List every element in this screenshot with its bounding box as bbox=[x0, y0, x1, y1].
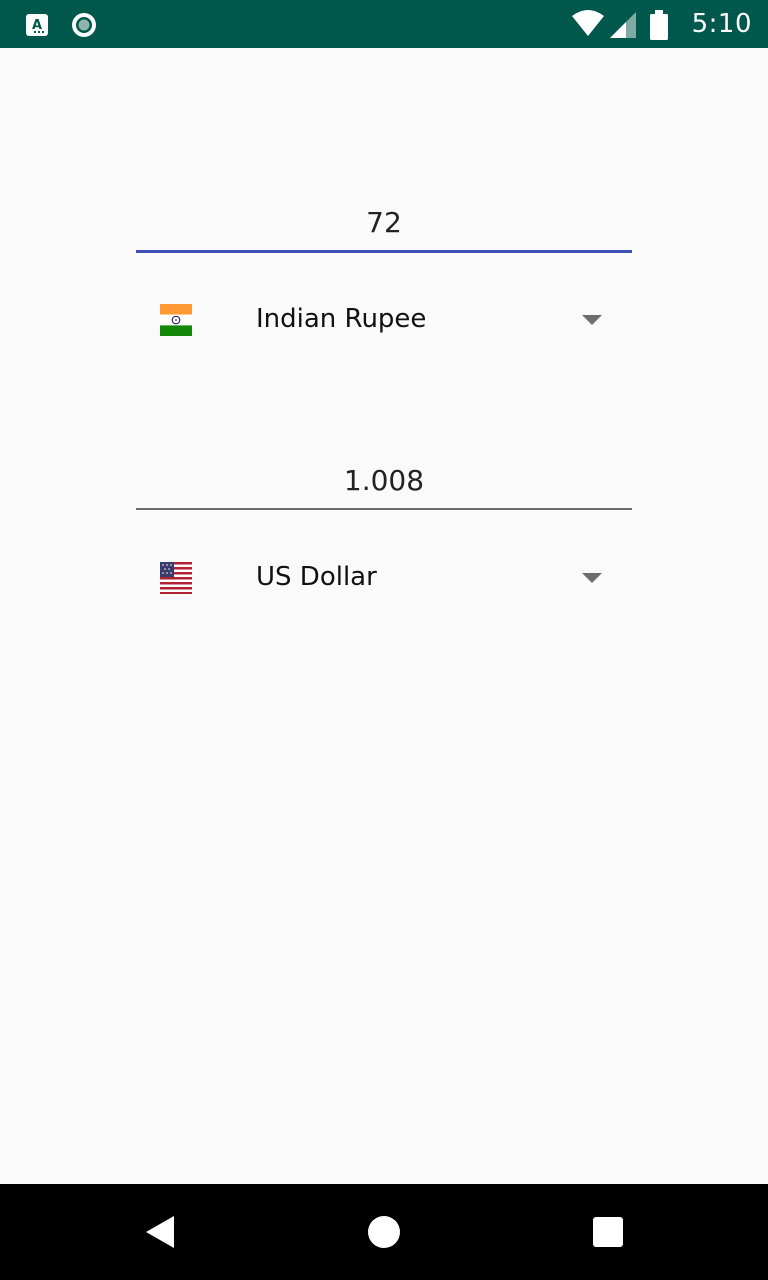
navigation-bar bbox=[0, 1184, 768, 1280]
from-amount-underline bbox=[136, 250, 632, 253]
screen: A 5:10 72 Indian Rupee 1.008 US Dollar bbox=[0, 0, 768, 1280]
battery-icon bbox=[650, 10, 668, 40]
to-dropdown-arrow-icon bbox=[582, 573, 602, 583]
status-left-icons: A bbox=[26, 13, 96, 37]
to-amount-input[interactable] bbox=[136, 452, 632, 508]
to-amount-underline bbox=[136, 508, 632, 510]
from-currency-spinner[interactable]: Indian Rupee bbox=[136, 280, 632, 360]
from-amount-field bbox=[136, 194, 632, 253]
status-time: 5:10 bbox=[691, 9, 752, 39]
india-flag-icon bbox=[160, 304, 192, 336]
from-dropdown-arrow-icon bbox=[582, 315, 602, 325]
us-flag-icon bbox=[160, 562, 192, 594]
cell-signal-icon bbox=[610, 12, 636, 38]
wifi-icon bbox=[572, 10, 604, 36]
home-icon[interactable] bbox=[364, 1212, 404, 1252]
to-amount-field bbox=[136, 452, 632, 510]
back-icon[interactable] bbox=[140, 1212, 180, 1252]
radio-circle-icon bbox=[72, 13, 96, 37]
to-currency-label: US Dollar bbox=[256, 562, 377, 592]
from-amount-input[interactable] bbox=[136, 194, 632, 250]
to-currency-spinner[interactable]: US Dollar bbox=[136, 538, 632, 618]
status-bar: A 5:10 bbox=[0, 0, 768, 48]
status-right-icons bbox=[572, 10, 668, 40]
svg-text:A: A bbox=[32, 18, 42, 33]
recents-icon[interactable] bbox=[588, 1212, 628, 1252]
from-currency-label: Indian Rupee bbox=[256, 304, 427, 334]
accessibility-app-icon: A bbox=[26, 14, 48, 36]
